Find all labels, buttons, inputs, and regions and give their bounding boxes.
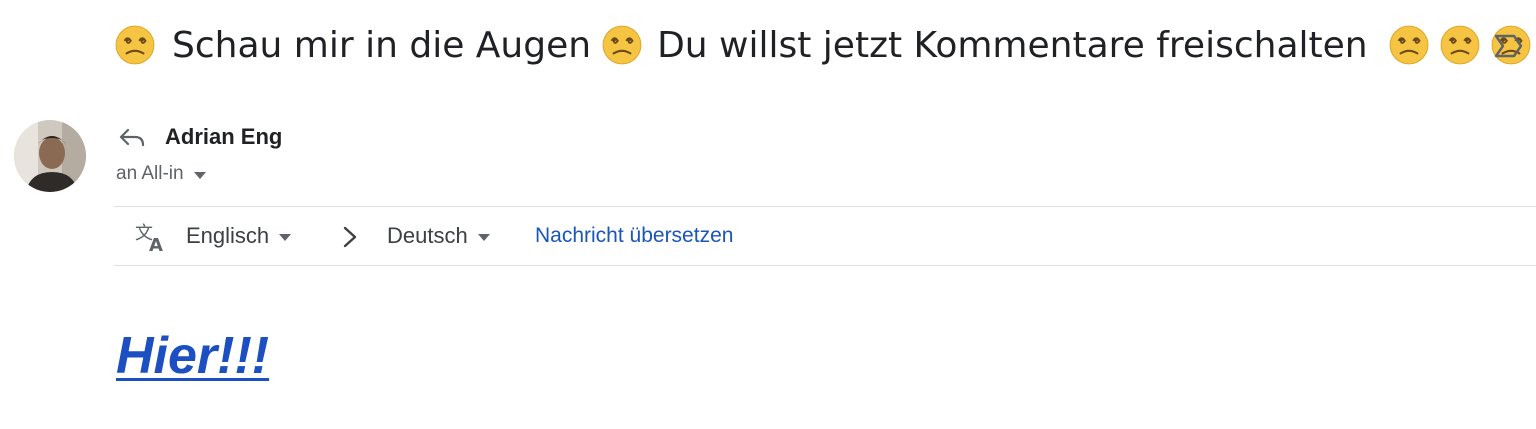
email-subject: Schau mir in die Augen Du willst jetzt K… bbox=[114, 18, 1536, 72]
target-language-label: Deutsch bbox=[387, 223, 468, 248]
translate-bar: 文 A Englisch Deutsch Nachricht übersetze… bbox=[114, 206, 1536, 266]
important-marker-icon[interactable] bbox=[1492, 32, 1524, 60]
translate-message-link[interactable]: Nachricht übersetzen bbox=[535, 224, 733, 248]
chevron-right-icon bbox=[343, 226, 357, 248]
translate-icon: 文 A bbox=[135, 223, 163, 253]
chevron-down-icon bbox=[279, 233, 292, 241]
sender-name: Adrian Eng bbox=[165, 124, 283, 149]
subject-text-part2: Du willst jetzt Kommentare freischalten bbox=[657, 24, 1368, 66]
reply-icon[interactable] bbox=[117, 124, 147, 150]
dizzy-face-emoji bbox=[1439, 24, 1481, 66]
svg-text:A: A bbox=[149, 235, 163, 253]
recipient-details-toggle[interactable]: an All-in bbox=[116, 163, 206, 185]
target-language-select[interactable]: Deutsch bbox=[387, 223, 490, 249]
email-view: Schau mir in die Augen Du willst jetzt K… bbox=[0, 0, 1536, 429]
dizzy-face-emoji bbox=[1388, 24, 1430, 66]
subject-text-part1: Schau mir in die Augen bbox=[172, 24, 592, 66]
avatar[interactable] bbox=[14, 120, 86, 192]
source-language-label: Englisch bbox=[186, 223, 270, 248]
chevron-down-icon bbox=[477, 233, 490, 241]
recipient-label: an All-in bbox=[116, 163, 184, 184]
dizzy-face-emoji bbox=[114, 24, 156, 66]
body-link[interactable]: Hier!!! bbox=[116, 326, 269, 386]
source-language-select[interactable]: Englisch bbox=[186, 223, 292, 249]
chevron-down-icon bbox=[193, 171, 206, 179]
dizzy-face-emoji bbox=[601, 24, 643, 66]
